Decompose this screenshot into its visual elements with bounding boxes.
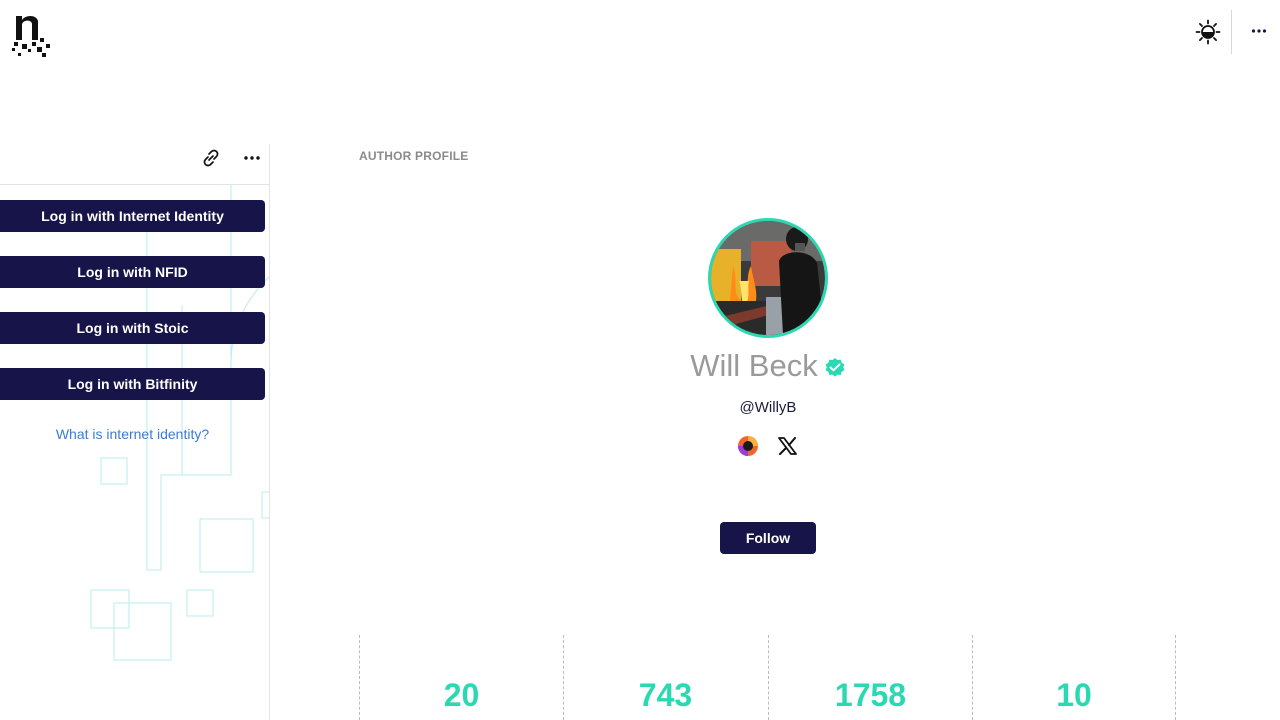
stat-value: 1758 bbox=[834, 677, 907, 713]
follow-button[interactable]: Follow bbox=[720, 522, 816, 554]
more-horizontal-icon[interactable] bbox=[241, 147, 263, 169]
nuance-logo[interactable] bbox=[10, 8, 56, 58]
login-stoic-button[interactable]: Log in with Stoic bbox=[0, 312, 265, 344]
stat-value: 20 bbox=[443, 677, 480, 713]
stat-cell: 743 bbox=[563, 635, 767, 720]
header-divider bbox=[1231, 10, 1232, 54]
what-is-internet-identity-link[interactable]: What is internet identity? bbox=[0, 426, 265, 442]
verified-badge-icon bbox=[825, 358, 845, 377]
author-stats: 20 743 1758 10 bbox=[359, 635, 1177, 720]
stat-cell: 1758 bbox=[768, 635, 972, 720]
stat-cell: 10 bbox=[972, 635, 1176, 720]
more-horizontal-icon[interactable] bbox=[1248, 20, 1270, 42]
login-bitfinity-button[interactable]: Log in with Bitfinity bbox=[0, 368, 265, 400]
stat-value: 10 bbox=[1056, 677, 1092, 713]
social-links bbox=[737, 435, 801, 457]
internet-computer-icon[interactable] bbox=[737, 435, 759, 457]
avatar bbox=[708, 218, 828, 338]
x-twitter-icon[interactable] bbox=[778, 437, 797, 455]
author-name: Will Beck bbox=[690, 348, 818, 383]
login-internet-identity-button[interactable]: Log in with Internet Identity bbox=[0, 200, 265, 232]
login-nfid-button[interactable]: Log in with NFID bbox=[0, 256, 265, 288]
link-icon[interactable] bbox=[199, 146, 223, 170]
theme-toggle-icon[interactable] bbox=[1194, 18, 1222, 46]
author-handle: @WillyB bbox=[739, 399, 797, 416]
stat-cell: 20 bbox=[359, 635, 563, 720]
author-name-row: Will Beck bbox=[560, 348, 976, 384]
login-sidebar: Log in with Internet Identity Log in wit… bbox=[0, 144, 270, 720]
section-label: AUTHOR PROFILE bbox=[359, 149, 469, 163]
sidebar-toolbar bbox=[0, 144, 269, 185]
stat-value: 743 bbox=[638, 677, 693, 713]
